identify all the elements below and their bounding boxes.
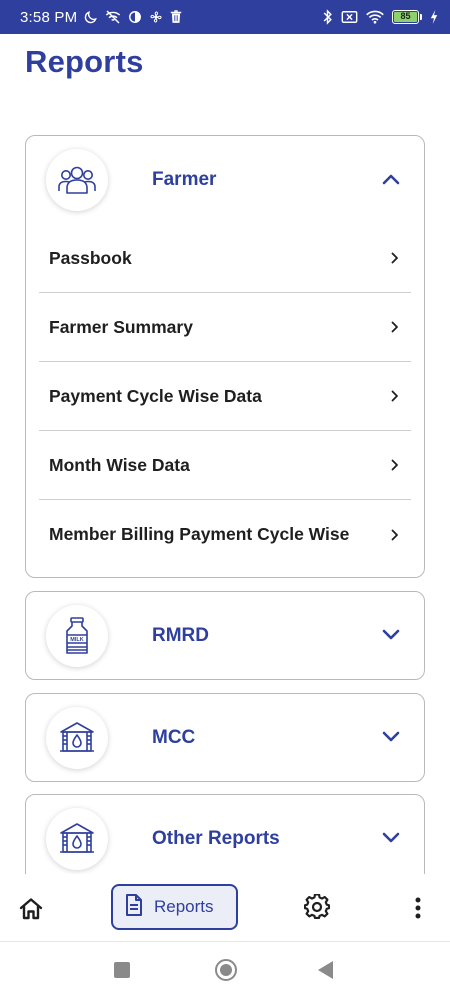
milk-center-icon — [46, 707, 108, 769]
system-home-button[interactable] — [215, 959, 237, 981]
wifi-icon — [366, 10, 384, 24]
list-item-label: Month Wise Data — [49, 454, 190, 475]
bottom-nav: Reports — [0, 874, 450, 942]
charging-icon — [430, 10, 438, 24]
fan-icon — [149, 10, 163, 24]
farmer-section-card: Farmer Passbook Farmer Summary Payment C… — [25, 135, 425, 578]
chevron-right-icon — [389, 458, 401, 472]
document-icon — [124, 893, 144, 922]
chevron-up-icon[interactable] — [380, 168, 402, 190]
chevron-right-icon — [389, 528, 401, 542]
milk-can-icon: MILK — [46, 605, 108, 667]
wifi-off-icon — [105, 10, 121, 24]
chevron-down-icon[interactable] — [380, 726, 402, 748]
trash-icon — [170, 10, 182, 24]
rmrd-section-card: MILK RMRD — [25, 591, 425, 680]
farmers-group-icon — [46, 149, 108, 211]
bluetooth-icon — [322, 9, 333, 25]
list-item-member-billing-payment-cycle-wise[interactable]: Member Billing Payment Cycle Wise — [39, 500, 411, 569]
more-vertical-icon[interactable] — [408, 894, 428, 922]
mcc-section-title: MCC — [152, 727, 196, 748]
other-reports-section-header[interactable]: Other Reports — [26, 795, 424, 883]
recents-button[interactable] — [114, 962, 130, 978]
status-bar: 3:58 PM 85 — [0, 0, 450, 34]
list-item-month-wise-data[interactable]: Month Wise Data — [39, 431, 411, 500]
list-item-label: Passbook — [49, 247, 132, 268]
list-item-label: Farmer Summary — [49, 316, 193, 337]
farmer-report-list: Passbook Farmer Summary Payment Cycle Wi… — [26, 224, 424, 569]
battery-level: 85 — [394, 12, 417, 22]
mcc-section-header[interactable]: MCC — [26, 694, 424, 782]
other-reports-section-card: Other Reports — [25, 794, 425, 883]
chevron-right-icon — [389, 389, 401, 403]
list-item-label: Payment Cycle Wise Data — [49, 385, 262, 406]
status-time: 3:58 PM — [20, 8, 78, 26]
list-item-label: Member Billing Payment Cycle Wise — [49, 524, 350, 544]
list-item-payment-cycle-wise-data[interactable]: Payment Cycle Wise Data — [39, 362, 411, 431]
home-icon[interactable] — [18, 896, 46, 924]
half-circle-icon — [128, 10, 142, 24]
chevron-down-icon[interactable] — [380, 624, 402, 646]
nav-reports-label: Reports — [154, 897, 214, 916]
rmrd-section-header[interactable]: MILK RMRD — [26, 592, 424, 680]
sim-off-icon — [341, 10, 358, 24]
system-back-button[interactable] — [318, 961, 333, 979]
moon-icon — [84, 10, 98, 24]
other-reports-section-title: Other Reports — [152, 828, 280, 849]
svg-text:MILK: MILK — [70, 637, 83, 643]
chevron-right-icon — [389, 251, 401, 265]
farmer-section-header[interactable]: Farmer — [26, 136, 424, 224]
chevron-right-icon — [389, 320, 401, 334]
nav-reports-tab[interactable]: Reports — [111, 884, 238, 930]
gear-icon[interactable] — [303, 893, 332, 922]
milk-center-icon — [46, 808, 108, 870]
list-item-farmer-summary[interactable]: Farmer Summary — [39, 293, 411, 362]
chevron-down-icon[interactable] — [380, 827, 402, 849]
battery-icon: 85 — [392, 10, 422, 24]
system-nav-bar — [0, 942, 450, 1000]
rmrd-section-title: RMRD — [152, 625, 209, 646]
page-title: Reports — [25, 44, 144, 79]
list-item-passbook[interactable]: Passbook — [39, 224, 411, 293]
farmer-section-title: Farmer — [152, 169, 217, 190]
mcc-section-card: MCC — [25, 693, 425, 782]
